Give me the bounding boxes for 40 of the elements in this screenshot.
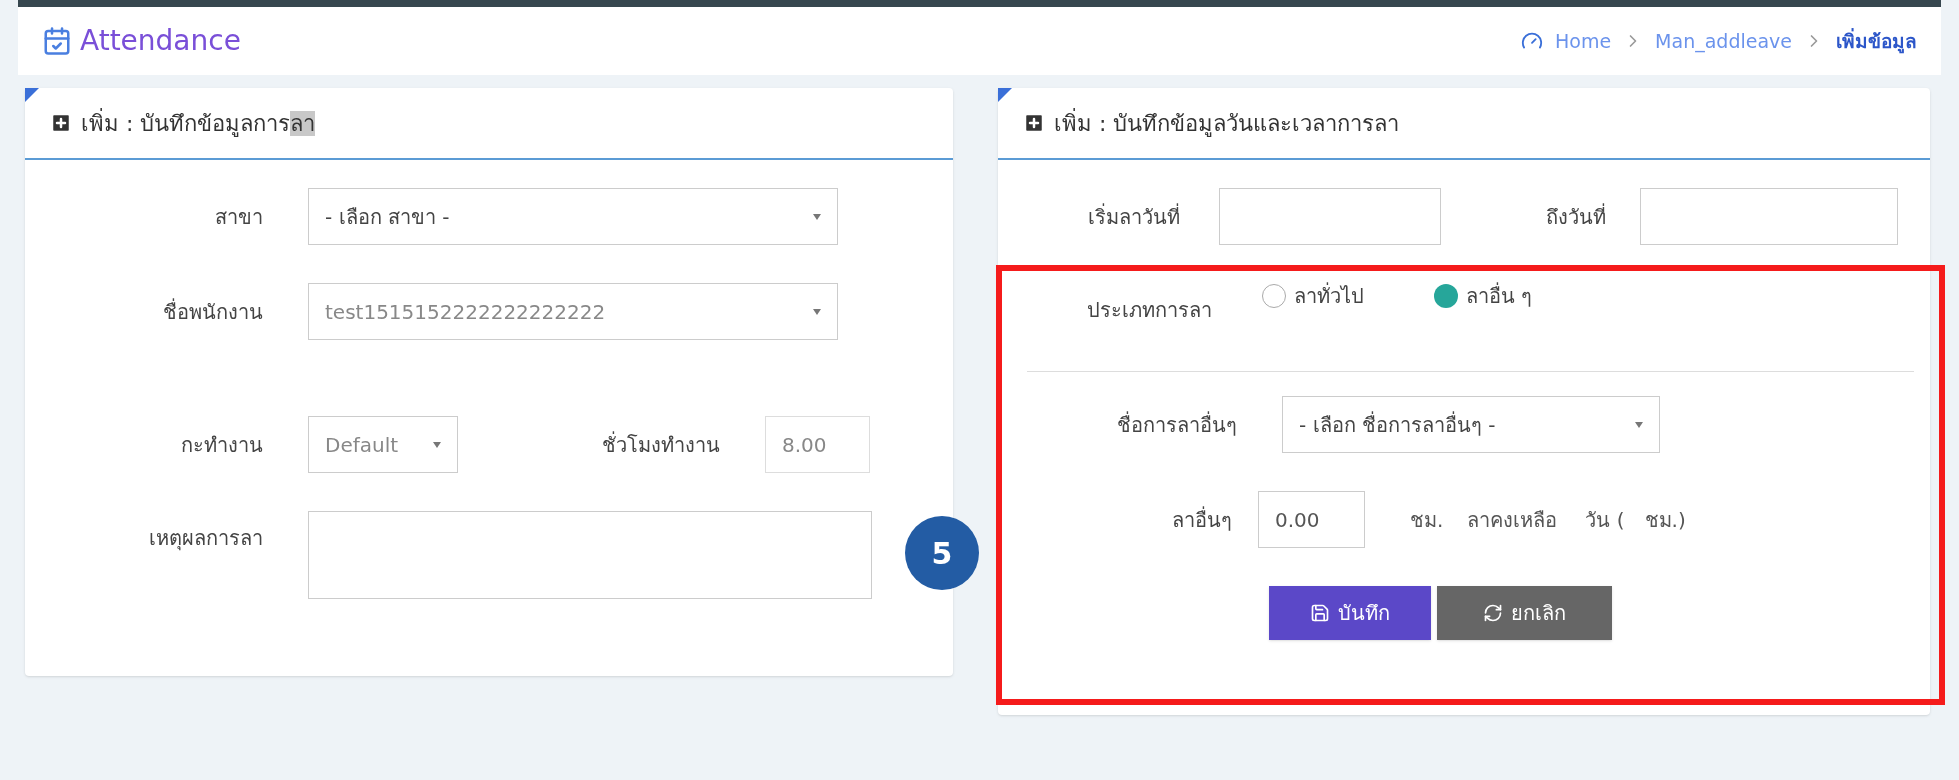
corner-marker (25, 88, 39, 102)
field-label: เริ่มลาวันที่ (1087, 202, 1180, 231)
radio-option[interactable]: ลาอื่น ๆ (1434, 281, 1533, 311)
dropdown-caret-icon (813, 308, 821, 315)
dropdown-caret-icon (1635, 421, 1643, 428)
remaining-label: ลาคงเหลือ (1467, 506, 1558, 534)
page-title: Attendance (80, 23, 241, 59)
dropdown-caret-icon (433, 441, 441, 448)
field-label: ลาอื่นๆ (1171, 505, 1232, 534)
field-label: เหตุผลการลา (148, 525, 263, 553)
step-badge: 5 (905, 516, 979, 590)
field-label: ชั่วโมงทำงาน (601, 430, 720, 459)
branch-select[interactable]: - เลือก สาขา - (308, 188, 838, 245)
radio-option[interactable]: ลาทั่วไป (1262, 281, 1364, 311)
hours-text: ชม.) (1644, 506, 1686, 534)
unit-text: ชม. (1410, 506, 1444, 534)
save-button[interactable]: บันทึก (1269, 586, 1431, 640)
breadcrumb-link[interactable]: เพิ่มข้อมูล (1836, 26, 1917, 56)
refresh-icon (1483, 603, 1503, 623)
hours-field[interactable]: 8.00 (765, 416, 870, 473)
dropdown-caret-icon (813, 213, 821, 220)
field-label: ชื่อพนักงาน (162, 297, 263, 326)
reason-field[interactable] (308, 511, 872, 599)
card-title: เพิ่ม : บันทึกข้อมูลวันและเวลาการลา (1054, 107, 1400, 139)
end-date-field[interactable] (1640, 188, 1898, 245)
cancel-button[interactable]: ยกเลิก (1437, 586, 1612, 640)
days-text: วัน ( (1585, 506, 1625, 534)
start-date-field[interactable] (1219, 188, 1441, 245)
field-label: ประเภทการลา (1086, 297, 1212, 324)
calendar-check-icon (42, 26, 72, 56)
field-label: ชื่อการลาอื่นๆ (1116, 410, 1237, 439)
field-label: สาขา (214, 203, 263, 231)
card-title: เพิ่ม : บันทึกข้อมูลการลา (81, 107, 316, 139)
leave-amount-field[interactable]: 0.00 (1258, 491, 1365, 548)
field-label: ถึงวันที่ (1545, 202, 1606, 231)
corner-marker (998, 88, 1012, 102)
employee-select[interactable]: test1515152222222222222 (308, 283, 838, 340)
other-leave-select[interactable]: - เลือก ชื่อการลาอื่นๆ - (1282, 396, 1660, 453)
field-label: กะทำงาน (180, 431, 263, 459)
shift-select[interactable]: Default (308, 416, 458, 473)
